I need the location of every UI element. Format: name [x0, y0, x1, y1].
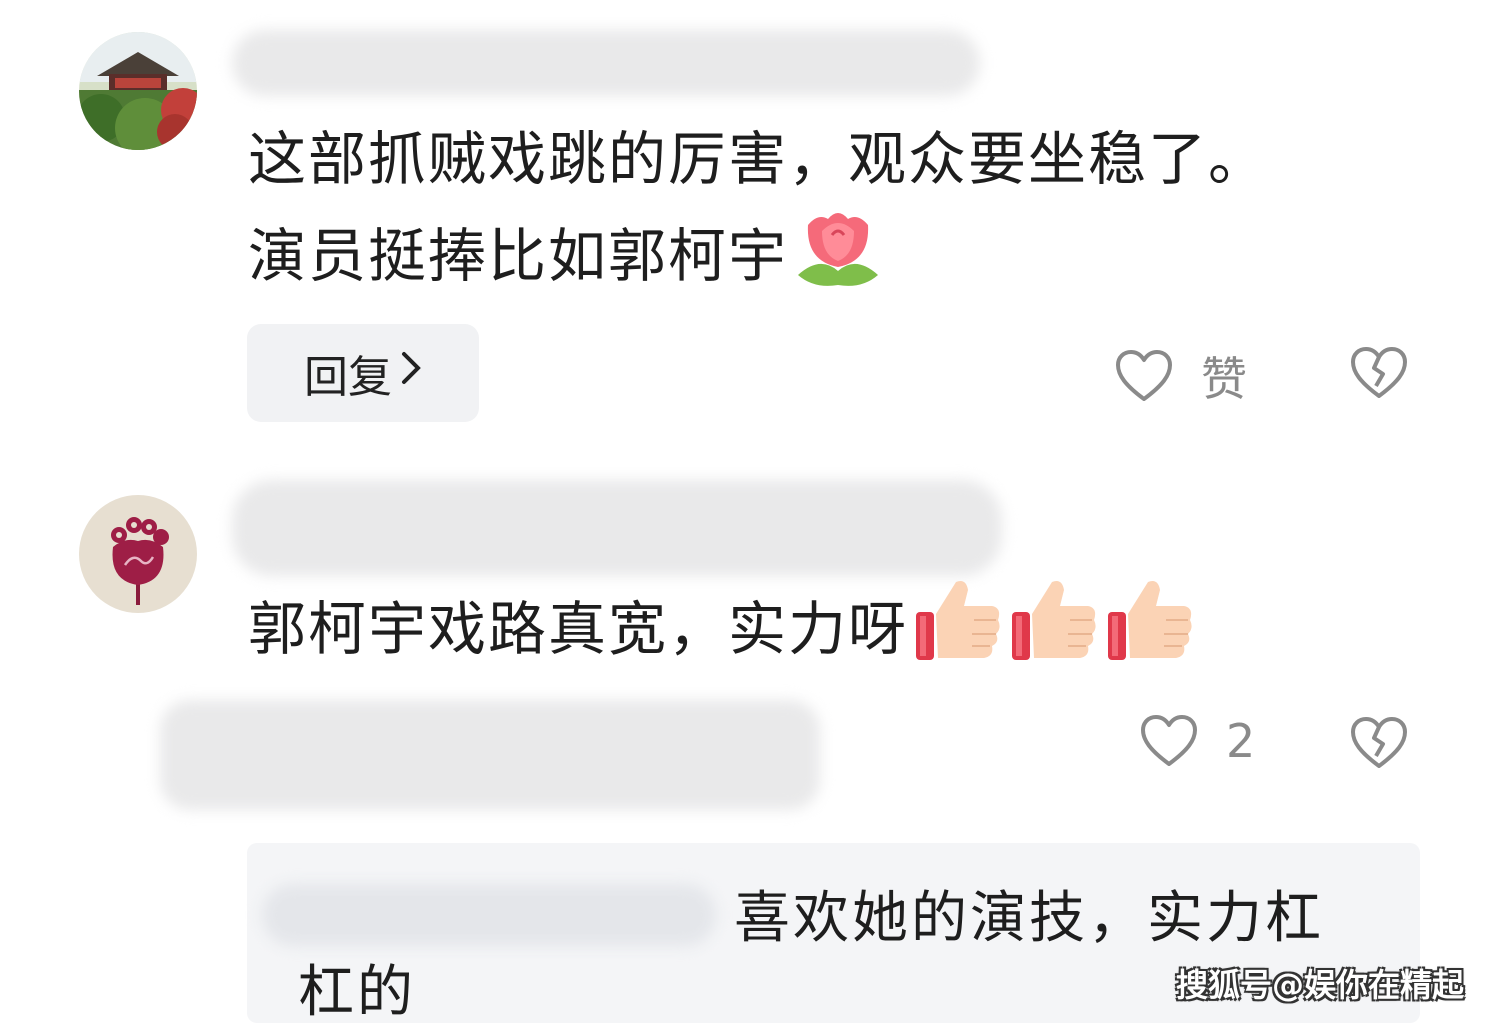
heart-outline-icon: [1115, 349, 1173, 403]
tulip-icon: [792, 205, 884, 315]
broken-heart-icon: [1350, 347, 1408, 404]
thumbs-up-icon: [1008, 576, 1100, 690]
comment-1-line2-text: 演员挺捧比如郭柯宇: [248, 222, 789, 291]
comment-1-line1: 这部抓贼戏跳的厉害，观众要坐稳了。: [248, 125, 1269, 193]
dislike-button-2[interactable]: [1350, 716, 1408, 774]
redacted-reply-author: [262, 884, 716, 946]
dislike-button-1[interactable]: [1350, 346, 1408, 404]
reply-button-label: 回复: [304, 352, 392, 403]
avatar-flower-image: [79, 495, 197, 613]
comment-1-text: 这部抓贼戏跳的厉害，观众要坐稳了。 演员挺捧比如郭柯宇: [248, 113, 1268, 315]
redacted-timestamp-2: [160, 700, 820, 810]
comment-2-text-main: 郭柯宇戏路真宽，实力呀: [248, 595, 909, 664]
reply-button[interactable]: 回复: [247, 324, 479, 422]
like-button-1[interactable]: 赞: [1115, 343, 1247, 409]
chevron-right-icon: [400, 350, 422, 396]
avatar-user-2[interactable]: [79, 495, 197, 613]
redacted-username-2: [232, 480, 1002, 576]
heart-outline-icon: [1140, 714, 1198, 768]
avatar-pavilion-image: [79, 32, 197, 150]
like-count-2: 2: [1226, 714, 1256, 768]
reply-preview-line2: 杠的: [298, 960, 416, 1025]
broken-heart-icon: [1350, 717, 1408, 774]
like-button-2[interactable]: 2: [1140, 714, 1255, 768]
comment-2-text: 郭柯宇戏路真宽，实力呀: [248, 576, 1196, 690]
thumbs-up-icon: [1104, 576, 1196, 690]
redacted-username-1: [232, 30, 980, 96]
watermark: 搜狐号@娱你在精起: [1175, 966, 1464, 1004]
avatar-user-1[interactable]: [79, 32, 197, 150]
comment-1-line2: 演员挺捧比如郭柯宇: [248, 205, 1268, 315]
reply-preview-line1: 喜欢她的演技，实力杠: [734, 886, 1324, 951]
like-label-1: 赞: [1201, 352, 1247, 406]
thumbs-up-icon: [912, 576, 1004, 690]
